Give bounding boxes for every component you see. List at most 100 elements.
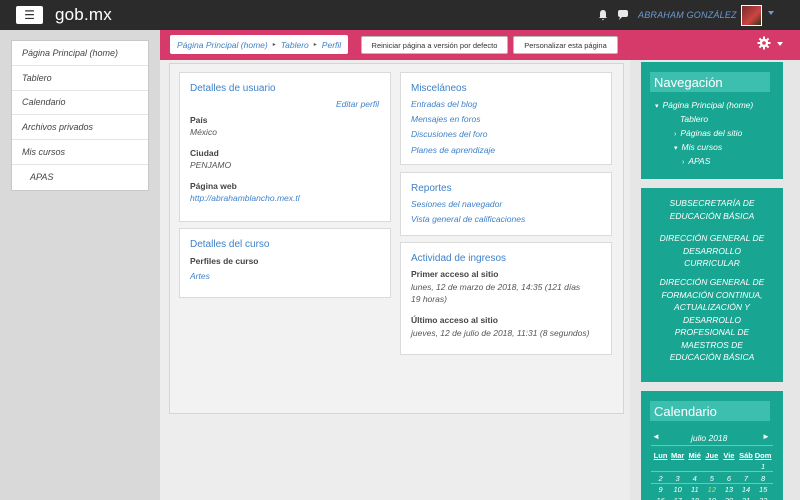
chevron-down-icon[interactable] xyxy=(768,11,774,15)
web-page-label: Página web xyxy=(190,181,237,191)
institution-line: PROFESIONAL DE xyxy=(674,327,750,337)
nav-item-site-pages-label: Páginas del sitio xyxy=(680,128,743,138)
user-menu-name[interactable]: ABRAHAM GONZÁLEZ xyxy=(638,10,737,20)
calendar-day[interactable]: 13 xyxy=(720,485,737,494)
calendar-day xyxy=(737,462,754,471)
institution-dg-desarrollo-curricular[interactable]: DIRECCIÓN GENERAL DE DESARROLLO CURRICUL… xyxy=(641,232,783,270)
country-value: México xyxy=(190,127,217,137)
institution-line: DIRECCIÓN GENERAL DE xyxy=(659,233,765,243)
forum-posts-link[interactable]: Mensajes en foros xyxy=(411,114,480,124)
institution-dg-formacion-continua[interactable]: DIRECCIÓN GENERAL DE FORMACIÓN CONTINUA,… xyxy=(641,276,783,364)
calendar-divider xyxy=(651,483,773,484)
browser-sessions-link[interactable]: Sesiones del navegador xyxy=(411,199,502,209)
institution-line: DESARROLLO xyxy=(682,245,742,256)
menu-toggle-button[interactable]: ☰ xyxy=(16,6,43,24)
calendar-week: 1 xyxy=(652,462,772,471)
last-access-value: jueves, 12 de julio de 2018, 11:31 (8 se… xyxy=(411,328,590,338)
calendar-day[interactable]: 15 xyxy=(755,485,772,494)
institution-line: FORMACIÓN CONTINUA, xyxy=(661,289,763,300)
left-item-private-files[interactable]: Archivos privados xyxy=(12,115,148,141)
calendar-weekday: Sáb xyxy=(739,451,753,460)
calendar-day[interactable]: 12 xyxy=(703,485,720,494)
breadcrumb-home[interactable]: Página Principal (home) xyxy=(177,40,268,50)
course-profile-link[interactable]: Artes xyxy=(190,271,210,281)
calendar-day[interactable]: 14 xyxy=(737,485,754,494)
customize-page-button[interactable]: Personalizar esta página xyxy=(513,36,618,54)
breadcrumb-dashboard[interactable]: Tablero xyxy=(281,40,309,50)
left-item-apas[interactable]: APAS xyxy=(12,165,148,190)
calendar-day[interactable]: 22 xyxy=(755,496,772,500)
misc-card: Misceláneos Entradas del blog Mensajes e… xyxy=(400,72,612,165)
calendar-day[interactable]: 10 xyxy=(669,485,686,494)
calendar-day[interactable]: 19 xyxy=(703,496,720,500)
city-label: Ciudad xyxy=(190,148,219,158)
calendar-day[interactable]: 5 xyxy=(703,474,720,483)
navigation-title: Navegación xyxy=(650,72,770,92)
calendar-divider xyxy=(651,471,773,472)
nav-item-home[interactable]: ▾ Página Principal (home) xyxy=(655,100,753,110)
institution-line: DESARROLLO xyxy=(682,314,742,325)
bell-icon[interactable] xyxy=(597,9,609,21)
chevron-right-icon: › xyxy=(682,159,685,166)
breadcrumb-separator-icon: ▸ xyxy=(272,42,276,48)
calendar-day[interactable]: 8 xyxy=(755,474,772,483)
calendar-day[interactable]: 3 xyxy=(669,474,686,483)
calendar-day[interactable]: 6 xyxy=(720,474,737,483)
calendar-day[interactable]: 4 xyxy=(686,474,703,483)
chat-icon[interactable] xyxy=(617,9,629,21)
nav-item-my-courses-label: Mis cursos xyxy=(681,142,723,152)
web-page-link[interactable]: http://abrahamblancho.mex.tl xyxy=(190,193,300,203)
learning-plans-link[interactable]: Planes de aprendizaje xyxy=(411,145,495,155)
left-item-my-courses[interactable]: Mis cursos xyxy=(12,140,148,165)
calendar-day[interactable]: 21 xyxy=(737,496,754,500)
calendar-day[interactable]: 1 xyxy=(755,462,772,471)
forum-discussions-link[interactable]: Discusiones del foro xyxy=(411,129,488,139)
calendar-weekday: Mié xyxy=(688,451,701,460)
calendar-day[interactable]: 11 xyxy=(686,485,703,494)
brand-tld: mx xyxy=(88,5,112,24)
calendar-day[interactable]: 7 xyxy=(737,474,754,483)
chevron-down-icon[interactable] xyxy=(777,42,783,46)
course-details-card: Detalles del curso Perfiles de curso Art… xyxy=(179,228,391,298)
calendar-day[interactable]: 18 xyxy=(686,496,703,500)
first-access-value: lunes, 12 de marzo de 2018, 14:35 (121 d… xyxy=(411,282,581,292)
calendar-day[interactable]: 20 xyxy=(720,496,737,500)
left-item-calendar[interactable]: Calendario xyxy=(12,91,148,116)
calendar-weekday: Mar xyxy=(670,451,685,460)
breadcrumb-profile[interactable]: Perfil xyxy=(322,40,341,50)
calendar-day xyxy=(669,462,686,471)
institution-line: SUBSECRETARÍA DE xyxy=(669,198,755,208)
nav-item-apas[interactable]: › APAS xyxy=(682,156,710,166)
calendar-day[interactable]: 17 xyxy=(669,496,686,500)
reset-page-button[interactable]: Reiniciar página a versión por defecto xyxy=(361,36,508,54)
nav-item-site-pages[interactable]: › Páginas del sitio xyxy=(674,128,742,138)
calendar-day xyxy=(703,462,720,471)
nav-item-dashboard[interactable]: Tablero xyxy=(680,114,708,124)
gear-icon[interactable] xyxy=(757,36,771,50)
brand-logo[interactable]: gob.mx xyxy=(55,5,112,25)
calendar-day[interactable]: 9 xyxy=(652,485,669,494)
chevron-down-icon: ▾ xyxy=(655,103,659,110)
first-access-label: Primer acceso al sitio xyxy=(411,269,499,279)
breadcrumb-separator-icon: ▸ xyxy=(313,42,317,48)
institution-line: CURRICULAR xyxy=(684,258,740,268)
prev-month-icon[interactable]: ◄ xyxy=(652,432,660,441)
grades-overview-link[interactable]: Vista general de calificaciones xyxy=(411,214,525,224)
user-details-card: Detalles de usuario Editar perfil País M… xyxy=(179,72,391,222)
blog-entries-link[interactable]: Entradas del blog xyxy=(411,99,477,109)
nav-item-my-courses[interactable]: ▾ Mis cursos xyxy=(674,142,722,152)
calendar-weekdays: Lun Mar Mié Jue Vie Sáb Dom xyxy=(652,451,772,460)
left-item-home[interactable]: Página Principal (home) xyxy=(12,41,148,66)
avatar[interactable] xyxy=(741,5,762,26)
institution-subsecretaria[interactable]: SUBSECRETARÍA DE EDUCACIÓN BÁSICA xyxy=(641,197,783,222)
city-value: PENJAMO xyxy=(190,160,232,170)
calendar-day[interactable]: 2 xyxy=(652,474,669,483)
edit-profile-link[interactable]: Editar perfil xyxy=(336,99,379,109)
next-month-icon[interactable]: ► xyxy=(762,432,770,441)
calendar-week: 16171819202122 xyxy=(652,496,772,500)
left-nav-menu: Página Principal (home) Tablero Calendar… xyxy=(11,40,149,191)
left-item-dashboard[interactable]: Tablero xyxy=(12,66,148,91)
course-profiles-label: Perfiles de curso xyxy=(190,256,259,266)
calendar-month: julio 2018 xyxy=(691,433,728,443)
calendar-day[interactable]: 16 xyxy=(652,496,669,500)
